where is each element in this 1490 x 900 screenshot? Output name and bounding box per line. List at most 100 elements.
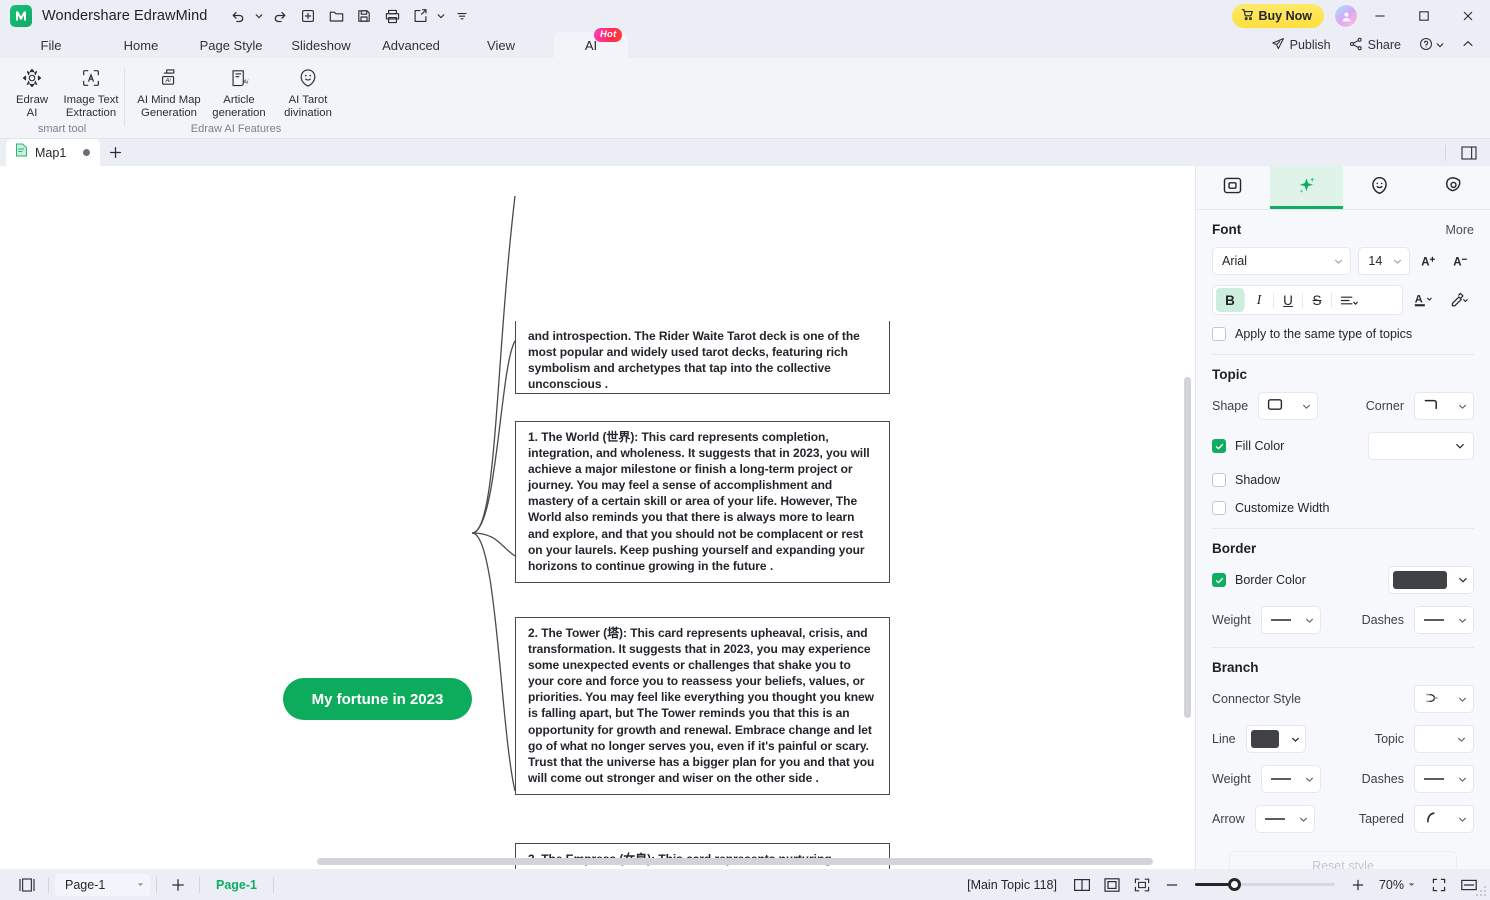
new-tab-button[interactable] — [100, 139, 130, 166]
fullscreen-icon[interactable] — [1424, 874, 1454, 896]
topic-node-the-empress[interactable]: 3. The Empress (女皇): This card represent… — [515, 843, 890, 869]
branch-dashes-select[interactable] — [1414, 765, 1474, 793]
redo-icon[interactable] — [267, 4, 293, 28]
close-button[interactable] — [1446, 0, 1490, 32]
topic-node-intro[interactable]: and introspection. The Rider Waite Tarot… — [515, 321, 890, 394]
menu-item-advanced[interactable]: Advanced — [374, 35, 448, 56]
undo-icon[interactable] — [225, 4, 251, 28]
toggle-side-panel-icon[interactable] — [1456, 142, 1482, 164]
text-align-icon[interactable] — [1332, 288, 1366, 312]
topic-corner-select[interactable] — [1414, 392, 1474, 420]
topic-node-the-tower[interactable]: 2. The Tower (塔): This card represents u… — [515, 617, 890, 795]
customize-width-row[interactable]: Customize Width — [1212, 501, 1474, 515]
strikethrough-button[interactable]: S — [1303, 288, 1331, 312]
branch-tapered-select[interactable] — [1414, 805, 1474, 833]
document-tab-map1[interactable]: Map1 — [6, 139, 101, 166]
menu-item-page-style[interactable]: Page Style — [194, 35, 268, 56]
add-page-button[interactable] — [163, 874, 193, 896]
menu-item-home[interactable]: Home — [104, 35, 178, 56]
canvas-vertical-scrollbar[interactable] — [1184, 377, 1191, 718]
font-family-value: Arial — [1222, 254, 1248, 268]
print-icon[interactable] — [379, 4, 405, 28]
zoom-out-button[interactable] — [1157, 874, 1187, 896]
outline-view-icon[interactable] — [1067, 874, 1097, 896]
mindmap-canvas[interactable]: My fortune in 2023 and introspection. Th… — [0, 166, 1195, 869]
hot-badge: Hot — [594, 28, 623, 42]
branch-weight-select[interactable] — [1260, 765, 1321, 793]
shadow-checkbox[interactable] — [1212, 473, 1226, 487]
border-dashes-select[interactable] — [1414, 606, 1474, 634]
article-generation-button[interactable]: Ai Article generation — [204, 62, 274, 119]
fit-page-icon[interactable] — [1097, 874, 1127, 896]
branch-line-color-select[interactable] — [1245, 725, 1306, 753]
share-button[interactable]: Share — [1343, 34, 1407, 57]
bold-button[interactable]: B — [1216, 288, 1244, 312]
font-size-select[interactable]: 14 — [1358, 247, 1411, 275]
help-button[interactable] — [1413, 34, 1450, 57]
border-color-select[interactable] — [1388, 566, 1474, 594]
font-color-icon[interactable]: A — [1409, 287, 1438, 313]
page-select[interactable]: Page-1 — [55, 873, 150, 896]
zoom-dropdown-icon[interactable] — [1407, 876, 1416, 894]
user-avatar-icon[interactable] — [1334, 4, 1358, 28]
connector-style-select[interactable] — [1414, 685, 1474, 713]
zoom-in-button[interactable] — [1343, 874, 1373, 896]
zoom-level-value[interactable]: 70% — [1379, 878, 1404, 892]
increase-font-size-icon[interactable]: A — [1416, 247, 1442, 275]
canvas-horizontal-scrollbar[interactable] — [317, 858, 1153, 865]
fill-color-toggle[interactable]: Fill Color — [1212, 439, 1284, 453]
menu-item-file[interactable]: File — [14, 35, 88, 56]
export-dropdown-icon[interactable] — [435, 4, 447, 28]
open-folder-icon[interactable] — [323, 4, 349, 28]
undo-dropdown-icon[interactable] — [253, 4, 265, 28]
new-file-icon[interactable] — [295, 4, 321, 28]
minimize-button[interactable] — [1358, 0, 1402, 32]
section-divider — [1212, 354, 1474, 355]
ai-tarot-divination-button[interactable]: AI Tarot divination — [274, 62, 342, 119]
border-weight-select[interactable] — [1260, 606, 1321, 634]
italic-button[interactable]: I — [1245, 288, 1273, 312]
menu-item-ai[interactable]: AI Hot — [554, 28, 628, 58]
decrease-font-size-icon[interactable]: A — [1448, 247, 1474, 275]
ai-mind-map-generation-button[interactable]: Ai AI Mind Map Generation — [134, 62, 204, 119]
zoom-slider[interactable] — [1194, 878, 1335, 891]
zoom-slider-handle[interactable] — [1227, 878, 1241, 891]
full-canvas-icon[interactable] — [1127, 874, 1157, 896]
topic-node-the-world[interactable]: 1. The World (世界): This card represents … — [515, 421, 890, 583]
fill-color-checkbox[interactable] — [1212, 439, 1226, 453]
side-panel-tab-layout[interactable] — [1196, 166, 1270, 209]
highlight-color-icon[interactable] — [1445, 287, 1474, 313]
publish-button[interactable]: Publish — [1265, 34, 1337, 57]
side-panel-tab-stickers[interactable] — [1343, 166, 1417, 209]
font-family-select[interactable]: Arial — [1212, 247, 1352, 275]
active-page-tag[interactable]: Page-1 — [206, 878, 267, 892]
mindmap-file-icon — [15, 143, 28, 162]
maximize-button[interactable] — [1402, 0, 1446, 32]
fill-color-select[interactable] — [1368, 432, 1474, 460]
more-quick-access-icon[interactable] — [449, 4, 475, 28]
side-panel-tab-style[interactable] — [1269, 166, 1343, 209]
side-panel-tab-settings[interactable] — [1417, 166, 1490, 209]
branch-arrow-select[interactable] — [1254, 805, 1315, 833]
branch-topic-select[interactable] — [1414, 725, 1474, 753]
save-icon[interactable] — [351, 4, 377, 28]
font-more-link[interactable]: More — [1446, 223, 1474, 237]
central-topic-node[interactable]: My fortune in 2023 — [283, 678, 472, 720]
underline-button[interactable]: U — [1274, 288, 1302, 312]
apply-same-type-checkbox[interactable] — [1212, 327, 1226, 341]
apply-same-type-row[interactable]: Apply to the same type of topics — [1212, 327, 1474, 341]
menu-item-slideshow[interactable]: Slideshow — [284, 35, 358, 56]
line-weight-icon — [1270, 772, 1292, 786]
collapse-ribbon-button[interactable] — [1456, 35, 1480, 56]
customize-width-checkbox[interactable] — [1212, 501, 1226, 515]
border-color-toggle[interactable]: Border Color — [1212, 573, 1306, 587]
buy-now-button[interactable]: Buy Now — [1231, 4, 1324, 28]
edraw-ai-button[interactable]: Edraw AI — [4, 62, 60, 119]
border-color-checkbox[interactable] — [1212, 573, 1226, 587]
export-share-icon[interactable] — [407, 4, 433, 28]
menu-item-view[interactable]: View — [464, 35, 538, 56]
page-view-icon[interactable] — [12, 874, 42, 896]
shadow-row[interactable]: Shadow — [1212, 473, 1474, 487]
image-text-extraction-button[interactable]: Image Text Extraction — [60, 62, 122, 119]
topic-shape-select[interactable] — [1258, 392, 1319, 420]
